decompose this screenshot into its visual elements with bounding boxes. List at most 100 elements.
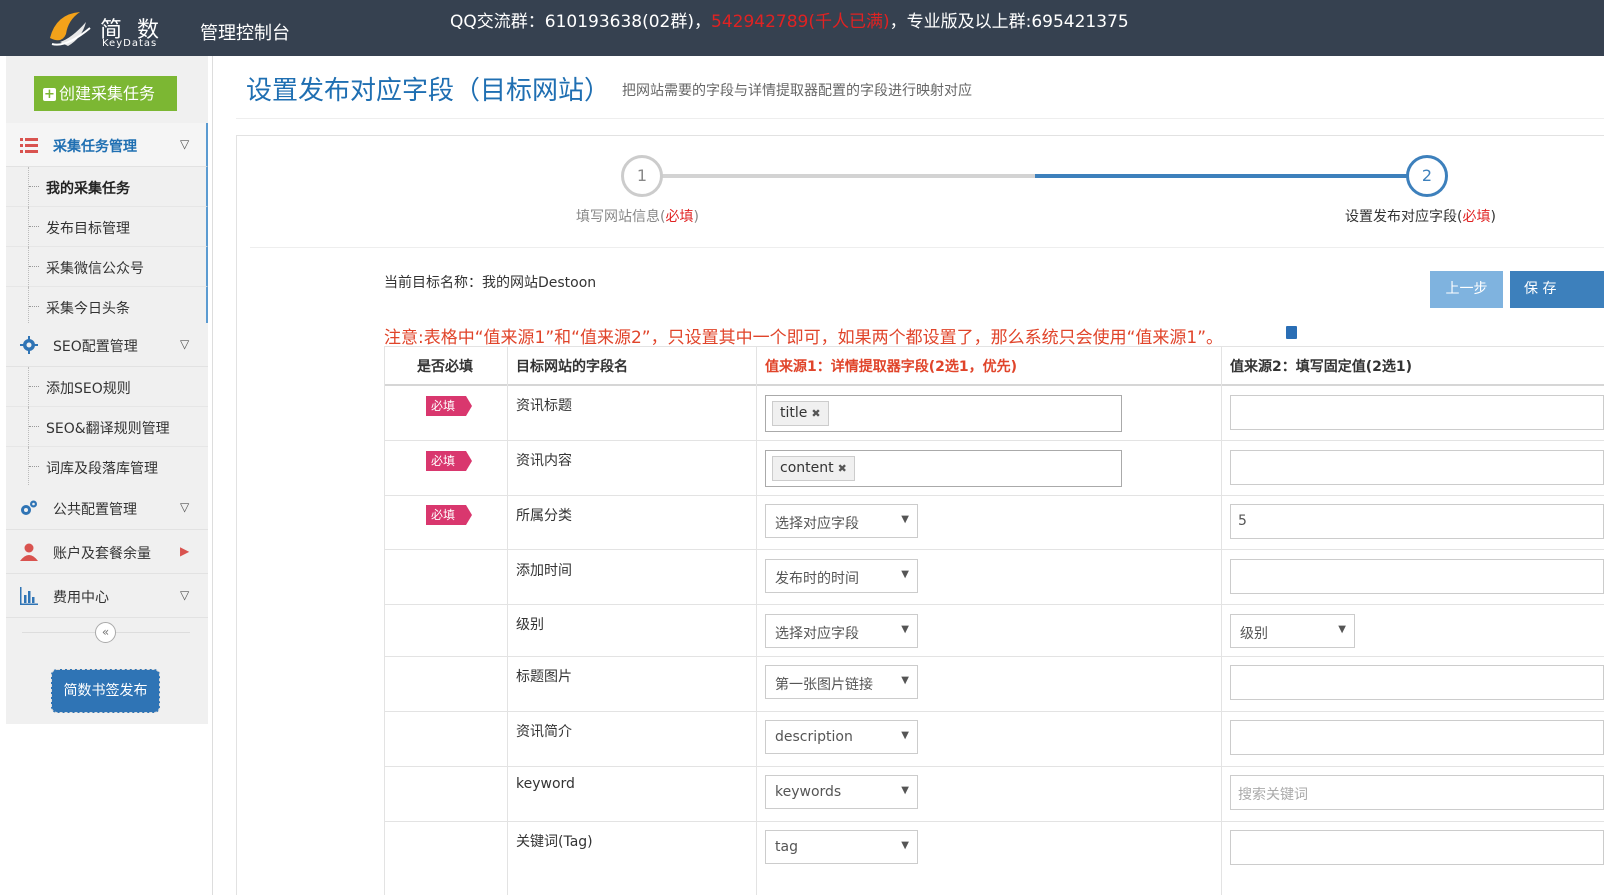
required-badge: 必填: [426, 396, 472, 416]
sidebar-item-label: 采集今日头条: [46, 301, 130, 317]
chevron-right-icon: ▶: [180, 544, 190, 558]
table-col-border: [507, 346, 508, 895]
console-title: 管理控制台: [200, 23, 290, 44]
field-name: 级别: [516, 617, 544, 633]
source2-input[interactable]: 5: [1230, 504, 1604, 539]
step-2-indicator[interactable]: 2: [1406, 155, 1448, 197]
create-task-button[interactable]: + 创建采集任务: [34, 76, 177, 111]
column-header-source2: 值来源2：填写固定值(2选1): [1230, 359, 1413, 375]
source2-input[interactable]: [1230, 830, 1604, 865]
menu-seo-management-label: SEO配置管理: [53, 339, 138, 355]
table-row-border: [384, 440, 1604, 441]
source2-input[interactable]: 搜索关键词: [1230, 775, 1604, 810]
field-tag-label: content: [780, 460, 834, 476]
table-col-border: [1221, 346, 1222, 895]
caret-down-icon: ▼: [901, 514, 909, 525]
remove-tag-icon[interactable]: ✖: [811, 407, 820, 420]
source1-tag-input[interactable]: content ✖: [765, 450, 1122, 487]
sidebar-item-seo-translate-rules[interactable]: SEO&翻译规则管理: [6, 407, 208, 447]
save-button[interactable]: 保 存: [1510, 271, 1604, 308]
previous-step-button[interactable]: 上一步: [1430, 271, 1503, 308]
source2-input[interactable]: [1230, 450, 1604, 485]
source1-select[interactable]: 选择对应字段 ▼: [765, 614, 918, 648]
field-tag-label: title: [780, 405, 808, 421]
table-row-border: [384, 711, 1604, 712]
step-track-completed: [660, 174, 1040, 178]
gears-icon: [21, 500, 37, 515]
source1-select[interactable]: 选择对应字段 ▼: [765, 504, 918, 538]
menu-seo-management[interactable]: SEO配置管理 ▽: [6, 323, 208, 367]
user-icon: [20, 543, 38, 561]
field-name: 所属分类: [516, 508, 572, 524]
sidebar-border: [212, 56, 213, 895]
table-row-border: [384, 656, 1604, 657]
table-col-border: [756, 346, 757, 895]
select-value: tag: [775, 839, 798, 855]
caret-down-icon: ▼: [901, 675, 909, 686]
sidebar-item-lexicon[interactable]: 词库及段落库管理: [6, 447, 208, 487]
top-bar: 简 数 KeyDatas 管理控制台 QQ交流群：610193638(02群)，…: [0, 0, 1604, 56]
select-value: description: [775, 729, 853, 745]
step-1-indicator[interactable]: 1: [621, 155, 663, 197]
source1-select[interactable]: tag ▼: [765, 830, 918, 864]
menu-task-management[interactable]: 采集任务管理 ▽: [6, 123, 208, 167]
menu-public-config-label: 公共配置管理: [53, 502, 137, 518]
collapse-sidebar-button[interactable]: «: [95, 622, 116, 643]
source1-select[interactable]: keywords ▼: [765, 775, 918, 809]
menu-account-label: 账户及套餐余量: [53, 546, 151, 562]
qq-group-prefix: QQ交流群：610193638(02群)，: [450, 12, 712, 32]
menu-public-config[interactable]: 公共配置管理 ▽: [6, 486, 208, 530]
source1-select[interactable]: 第一张图片链接 ▼: [765, 665, 918, 699]
field-name: 资讯简介: [516, 724, 572, 740]
table-row-border: [384, 495, 1604, 496]
source2-select[interactable]: 级别 ▼: [1230, 614, 1355, 648]
field-tag[interactable]: content ✖: [772, 456, 855, 481]
chevron-down-icon: ▽: [180, 588, 190, 602]
menu-billing[interactable]: 费用中心 ▽: [6, 574, 208, 618]
step-1-label: 填写网站信息(必填): [576, 206, 699, 226]
caret-down-icon: ▼: [901, 569, 909, 580]
source2-input[interactable]: [1230, 665, 1604, 700]
required-badge: 必填: [426, 505, 472, 525]
qq-group-full: 542942789(千人已满): [711, 12, 890, 32]
menu-account[interactable]: 账户及套餐余量 ▶: [6, 530, 208, 574]
source1-tag-input[interactable]: title ✖: [765, 395, 1122, 432]
steps-divider: [250, 247, 1604, 248]
select-value: 发布时的时间: [775, 571, 859, 587]
sidebar-item-wechat[interactable]: 采集微信公众号: [6, 247, 208, 287]
field-name: 资讯标题: [516, 398, 572, 414]
sidebar-item-label: 发布目标管理: [46, 221, 130, 237]
help-link[interactable]: [1286, 326, 1302, 342]
sidebar: + 创建采集任务 采集任务管理 ▽ 我的采集任务 发布目标管理 采集微信公众号 采…: [0, 56, 213, 895]
sidebar-item-label: 词库及段落库管理: [46, 461, 158, 477]
remove-tag-icon[interactable]: ✖: [838, 462, 847, 475]
sidebar-item-add-seo-rule[interactable]: 添加SEO规则: [6, 367, 208, 407]
select-value: 第一张图片链接: [775, 677, 873, 693]
source2-input[interactable]: [1230, 559, 1604, 594]
logo[interactable]: 简 数 KeyDatas: [46, 8, 176, 50]
list-icon: [20, 138, 38, 153]
source2-input[interactable]: [1230, 395, 1604, 430]
bar-chart-icon: [20, 587, 38, 605]
chevron-down-icon: ▽: [180, 137, 190, 151]
source2-input[interactable]: [1230, 720, 1604, 755]
field-tag[interactable]: title ✖: [772, 401, 829, 426]
source1-select[interactable]: 发布时的时间 ▼: [765, 559, 918, 593]
gear-icon: [20, 336, 38, 354]
page-subtitle: 把网站需要的字段与详情提取器配置的字段进行映射对应: [622, 83, 972, 99]
column-header-required: 是否必填: [417, 359, 473, 375]
chevron-down-icon: ▽: [180, 500, 190, 514]
sidebar-item-my-tasks[interactable]: 我的采集任务: [6, 167, 208, 207]
field-name: 关键词(Tag): [516, 834, 593, 850]
bookmark-publish-button[interactable]: 简数书签发布: [51, 669, 160, 713]
caret-down-icon: ▼: [901, 840, 909, 851]
sidebar-item-label: 添加SEO规则: [46, 381, 131, 397]
sidebar-item-publish-targets[interactable]: 发布目标管理: [6, 207, 208, 247]
table-row-border: [384, 549, 1604, 550]
source1-select[interactable]: description ▼: [765, 720, 918, 754]
sidebar-item-toutiao[interactable]: 采集今日头条: [6, 287, 208, 327]
step-2-text: 设置发布对应字段(: [1345, 209, 1463, 225]
step-2-required: 必填: [1462, 209, 1491, 225]
column-header-source1: 值来源1：详情提取器字段(2选1，优先): [765, 359, 1018, 375]
field-name: 添加时间: [516, 563, 572, 579]
